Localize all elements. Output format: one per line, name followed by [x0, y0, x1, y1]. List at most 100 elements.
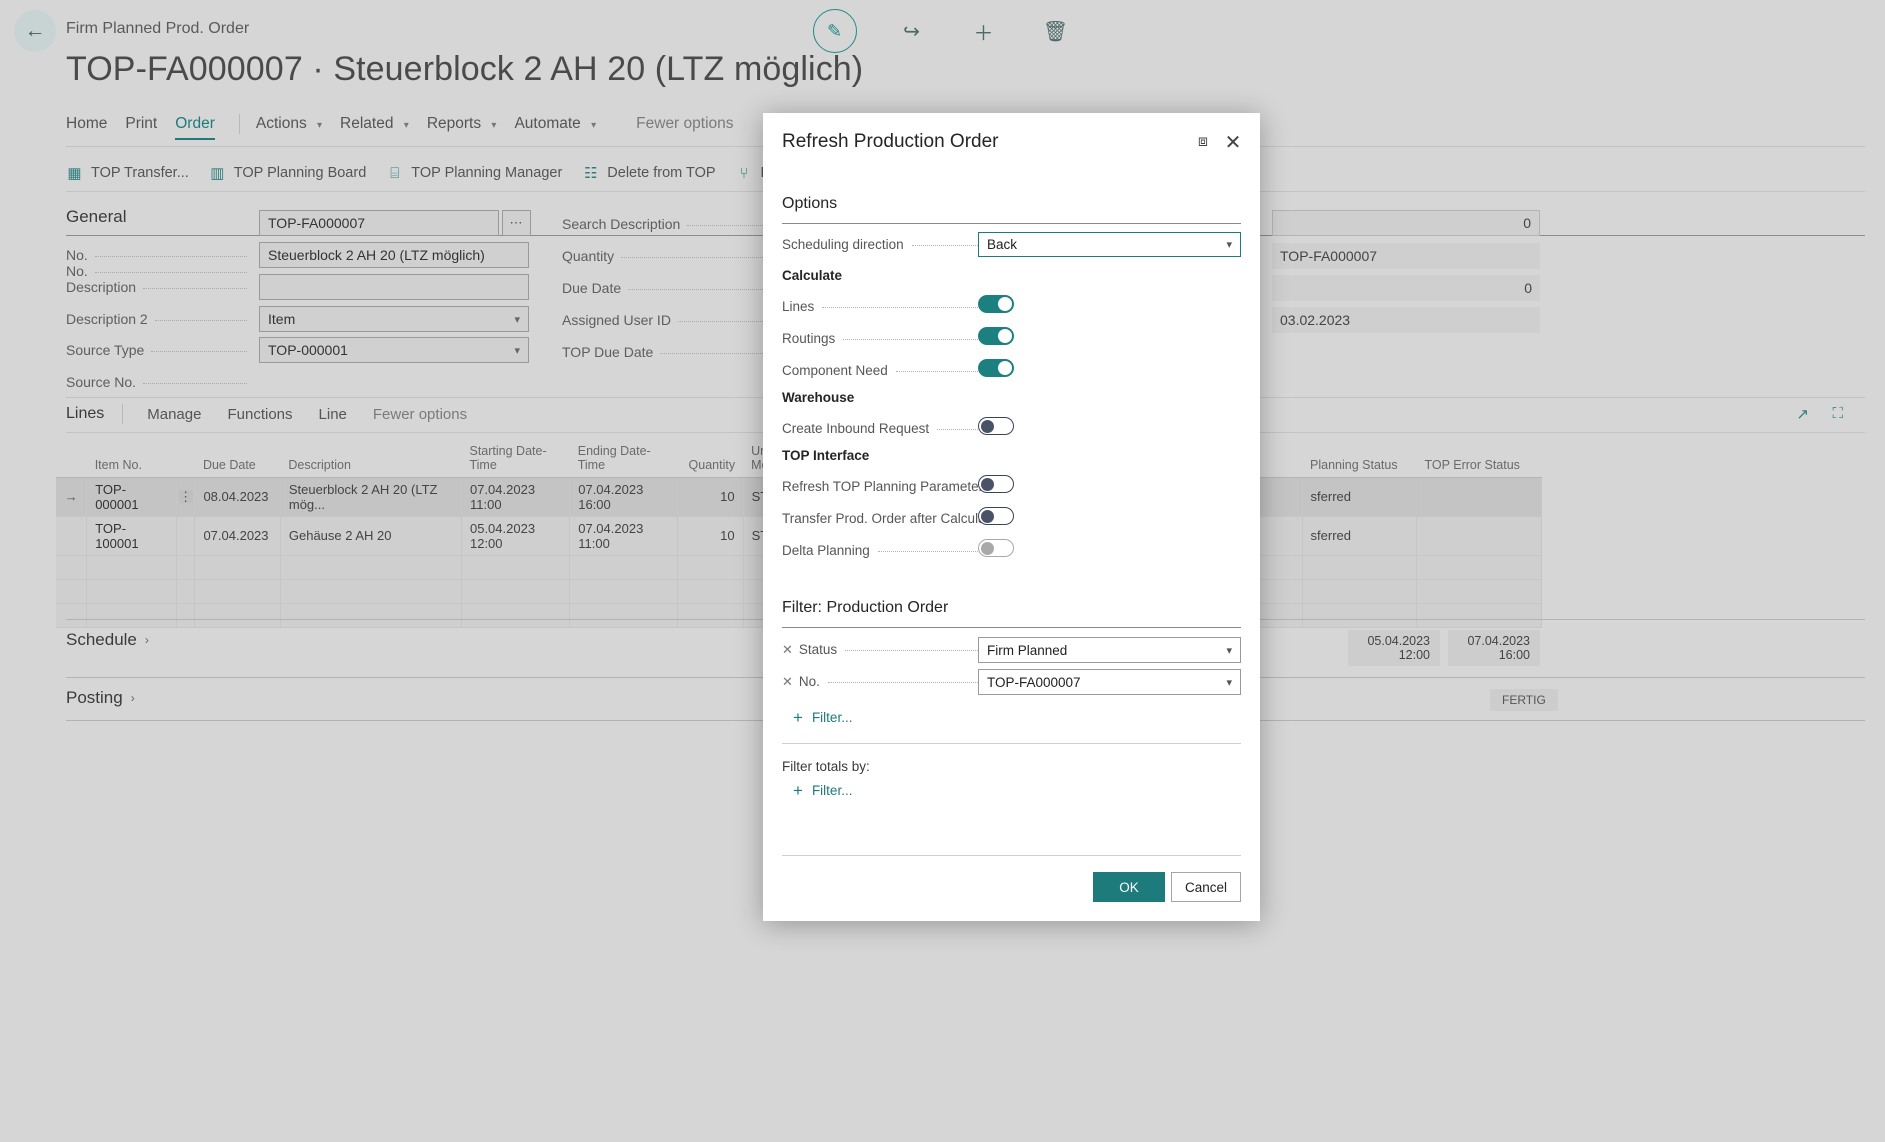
- menu-item-actions[interactable]: Actions ▾: [256, 115, 340, 140]
- col-planning-status[interactable]: Planning Status: [1302, 440, 1416, 477]
- expand-grid-icon[interactable]: ⛶: [1832, 405, 1843, 422]
- lines-menu-manage[interactable]: Manage: [147, 406, 227, 423]
- filter-no-input[interactable]: TOP-FA000007 ▾: [978, 669, 1241, 695]
- component-need-toggle[interactable]: [978, 359, 1014, 377]
- no-assist-edit-button[interactable]: ⋯: [502, 210, 531, 236]
- cell-ending-date-time[interactable]: 07.04.2023 16:00: [570, 477, 678, 516]
- menu-item-automate[interactable]: Automate ▾: [514, 115, 614, 140]
- cell-description[interactable]: [280, 603, 461, 627]
- cell-item-no[interactable]: [87, 603, 177, 627]
- cell-item-no[interactable]: [87, 555, 177, 579]
- cell-starting-date-time[interactable]: 07.04.2023 11:00: [461, 477, 569, 516]
- col-item-no[interactable]: Item No.: [87, 440, 177, 477]
- description-input[interactable]: Steuerblock 2 AH 20 (LTZ möglich): [259, 242, 529, 268]
- cell-description[interactable]: [280, 579, 461, 603]
- cell-quantity[interactable]: [678, 579, 743, 603]
- action-top-planning-board[interactable]: ▥ TOP Planning Board: [209, 158, 386, 188]
- menu-item-home[interactable]: Home: [66, 115, 125, 140]
- cell-planning-status[interactable]: [1302, 603, 1416, 627]
- row-menu-button[interactable]: [176, 516, 195, 555]
- cell-quantity[interactable]: [678, 603, 743, 627]
- col-due-date[interactable]: Due Date: [195, 440, 280, 477]
- action-top-transfer[interactable]: ▦ TOP Transfer...: [66, 158, 209, 188]
- cell-quantity[interactable]: 10: [678, 477, 743, 516]
- col-top-error-status[interactable]: TOP Error Status: [1417, 440, 1542, 477]
- cell-planning-status[interactable]: [1302, 555, 1416, 579]
- no-input[interactable]: TOP-FA000007: [259, 210, 499, 236]
- routings-toggle[interactable]: [978, 327, 1014, 345]
- row-menu-button[interactable]: [176, 555, 195, 579]
- menu-item-reports[interactable]: Reports ▾: [427, 115, 515, 140]
- create-inbound-request-toggle[interactable]: [978, 417, 1014, 435]
- action-top-planning-manager[interactable]: ⌸ TOP Planning Manager: [386, 159, 582, 188]
- col-description[interactable]: Description: [280, 440, 461, 477]
- cell-item-no[interactable]: [87, 579, 177, 603]
- cell-due-date[interactable]: [195, 579, 280, 603]
- cell-top-error-status[interactable]: [1417, 516, 1542, 555]
- col-starting-date-time[interactable]: Starting Date-Time: [461, 440, 569, 477]
- menu-item-print[interactable]: Print: [125, 115, 175, 140]
- cell-ending-date-time[interactable]: [570, 603, 678, 627]
- action-delete-from-top[interactable]: ☷ Delete from TOP: [582, 158, 735, 188]
- cell-description[interactable]: Steuerblock 2 AH 20 (LTZ mög...: [280, 477, 461, 516]
- refresh-top-planning-parameters-toggle[interactable]: [978, 475, 1014, 493]
- lines-menu-fewer-options[interactable]: Fewer options: [373, 406, 493, 423]
- expand-dialog-icon[interactable]: ⧈: [1190, 129, 1216, 155]
- add-filter-totals-button[interactable]: + Filter...: [793, 782, 852, 799]
- cell-due-date[interactable]: [195, 603, 280, 627]
- cell-top-error-status[interactable]: [1417, 579, 1542, 603]
- transfer-prod-order-toggle[interactable]: [978, 507, 1014, 525]
- filter-status-input[interactable]: Firm Planned ▾: [978, 637, 1241, 663]
- cell-planning-status[interactable]: sferred: [1302, 477, 1416, 516]
- cell-planning-status[interactable]: sferred: [1302, 516, 1416, 555]
- col-ending-date-time[interactable]: Ending Date-Time: [570, 440, 678, 477]
- menu-item-order[interactable]: Order: [175, 115, 233, 140]
- cell-quantity[interactable]: 10: [678, 516, 743, 555]
- cell-description[interactable]: [280, 555, 461, 579]
- row-menu-button[interactable]: [176, 579, 195, 603]
- lines-menu-line[interactable]: Line: [319, 406, 373, 423]
- cell-ending-date-time[interactable]: [570, 555, 678, 579]
- cell-starting-date-time[interactable]: [461, 603, 569, 627]
- lines-toggle[interactable]: [978, 295, 1014, 313]
- share-icon[interactable]: ↪: [895, 14, 929, 48]
- description-2-input[interactable]: [259, 274, 529, 300]
- cell-quantity[interactable]: [678, 555, 743, 579]
- delta-planning-toggle[interactable]: [978, 539, 1014, 557]
- cell-due-date[interactable]: [195, 555, 280, 579]
- section-schedule[interactable]: Schedule ›: [66, 630, 149, 650]
- cell-top-error-status[interactable]: [1417, 555, 1542, 579]
- add-filter-button[interactable]: + Filter...: [793, 709, 852, 726]
- row-menu-button[interactable]: ⋮: [176, 477, 195, 516]
- cell-ending-date-time[interactable]: [570, 579, 678, 603]
- back-arrow-icon[interactable]: ←: [14, 10, 56, 52]
- section-posting[interactable]: Posting ›: [66, 688, 135, 708]
- cancel-button[interactable]: Cancel: [1171, 872, 1241, 902]
- cell-starting-date-time[interactable]: [461, 579, 569, 603]
- cell-item-no[interactable]: TOP-000001: [87, 477, 177, 516]
- remove-filter-icon[interactable]: ✕: [782, 674, 793, 690]
- delete-icon[interactable]: 🗑: [1039, 14, 1073, 48]
- menu-item-related[interactable]: Related ▾: [340, 115, 427, 140]
- close-icon[interactable]: ✕: [1220, 129, 1246, 155]
- cell-starting-date-time[interactable]: 05.04.2023 12:00: [461, 516, 569, 555]
- remove-filter-icon[interactable]: ✕: [782, 642, 793, 658]
- cell-ending-date-time[interactable]: 07.04.2023 11:00: [570, 516, 678, 555]
- cell-description[interactable]: Gehäuse 2 AH 20: [280, 516, 461, 555]
- cell-due-date[interactable]: 07.04.2023: [195, 516, 280, 555]
- edit-pencil-icon[interactable]: ✎: [813, 9, 857, 53]
- cell-planning-status[interactable]: [1302, 579, 1416, 603]
- cell-item-no[interactable]: TOP-100001: [87, 516, 177, 555]
- cell-top-error-status[interactable]: [1417, 477, 1542, 516]
- cell-top-error-status[interactable]: [1417, 603, 1542, 627]
- scheduling-direction-select[interactable]: Back ▾: [978, 232, 1241, 257]
- lines-menu-functions[interactable]: Functions: [227, 406, 318, 423]
- menu-item-fewer-options[interactable]: Fewer options: [614, 115, 751, 140]
- cell-due-date[interactable]: 08.04.2023: [195, 477, 280, 516]
- add-icon[interactable]: ＋: [967, 14, 1001, 48]
- cell-starting-date-time[interactable]: [461, 555, 569, 579]
- open-in-excel-icon[interactable]: ↗: [1796, 405, 1809, 423]
- row-menu-button[interactable]: [176, 603, 195, 627]
- ok-button[interactable]: OK: [1093, 872, 1165, 902]
- source-no-select[interactable]: TOP-000001 ▾: [259, 337, 529, 363]
